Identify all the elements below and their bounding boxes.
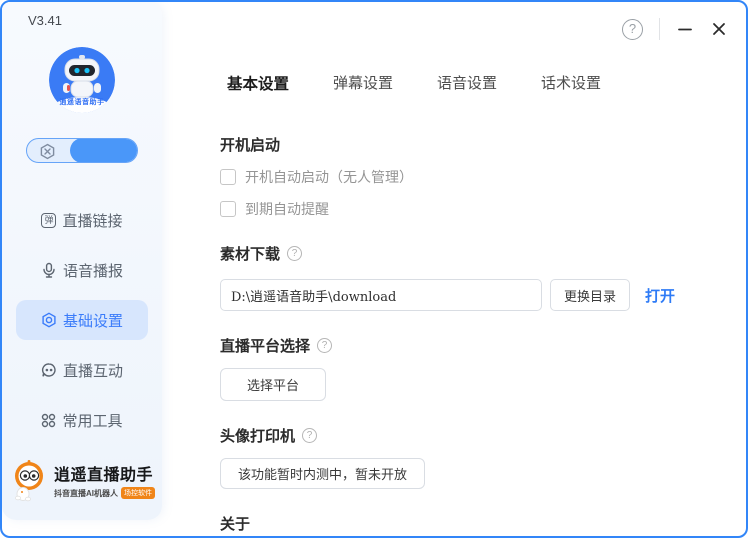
brand-mascot-icon (9, 458, 49, 502)
microphone-icon (41, 262, 57, 278)
startup-option-row: 到期自动提醒 (220, 199, 720, 219)
download-title-text: 素材下载 (220, 243, 280, 264)
download-path-row: 更换目录 打开 (220, 279, 720, 311)
sidebar-item-voice-broadcast[interactable]: 语音播报 (16, 250, 148, 290)
tab-basic-settings[interactable]: 基本设置 (227, 72, 289, 94)
section-title-download: 素材下载 ? (220, 243, 720, 264)
sidebar-item-common-tools[interactable]: 常用工具 (16, 400, 148, 440)
download-path-input[interactable] (220, 279, 542, 311)
section-title-about: 关于 (220, 513, 720, 534)
sidebar-item-label: 常用工具 (62, 410, 122, 431)
app-window: V3.41 逍遥语音助手 (0, 0, 748, 538)
checkbox-label: 到期自动提醒 (245, 199, 329, 219)
chat-bubble-icon (41, 362, 57, 378)
sidebar-item-live-interaction[interactable]: 直播互动 (16, 350, 148, 390)
brand-title: 逍遥直播助手 (54, 461, 155, 485)
sidebar-item-label: 语音播报 (63, 260, 123, 281)
printer-title-text: 头像打印机 (220, 425, 295, 446)
checkbox-label: 开机自动启动（无人管理） (245, 167, 413, 187)
about-title-text: 关于 (220, 513, 250, 534)
settings-icon (41, 312, 57, 328)
tab-danmu-settings[interactable]: 弹幕设置 (333, 72, 393, 94)
avatar-caption: 逍遥语音助手 (49, 97, 115, 107)
assistant-toggle[interactable] (26, 138, 138, 163)
startup-title-text: 开机启动 (220, 134, 280, 155)
brand-badge: 场控软件 (121, 487, 155, 499)
sidebar-item-live-links[interactable]: 弹 直播链接 (16, 200, 148, 240)
checkbox-expiry-reminder[interactable] (220, 201, 236, 217)
platform-title-text: 直播平台选择 (220, 335, 310, 356)
grid-apps-icon (41, 413, 56, 428)
sidebar-menu: 弹 直播链接 语音播报 (16, 200, 148, 450)
sidebar-item-label: 基础设置 (63, 310, 123, 331)
download-help-icon[interactable]: ? (287, 246, 302, 261)
sidebar-item-label: 直播互动 (63, 360, 123, 381)
tab-voice-settings[interactable]: 语音设置 (437, 72, 497, 94)
sidebar-item-basic-settings[interactable]: 基础设置 (16, 300, 148, 340)
section-title-printer: 头像打印机 ? (220, 425, 720, 446)
toggle-fill (70, 138, 138, 163)
danmu-bubble-icon: 弹 (41, 213, 56, 228)
settings-content: 开机启动 开机自动启动（无人管理） 到期自动提醒 素材下载 ? 更换目录 打开 (220, 134, 720, 538)
section-title-startup: 开机启动 (220, 134, 720, 155)
change-directory-button[interactable]: 更换目录 (550, 279, 630, 311)
version-label: V3.41 (28, 13, 62, 28)
printer-beta-button[interactable]: 该功能暂时内测中，暂未开放 (220, 458, 425, 489)
startup-option-row: 开机自动启动（无人管理） (220, 167, 720, 187)
platform-help-icon[interactable]: ? (317, 338, 332, 353)
brand-logo: 逍遥直播助手 抖音直播AI机器人 场控软件 (2, 458, 162, 502)
section-title-platform: 直播平台选择 ? (220, 335, 720, 356)
settings-tabs: 基本设置 弹幕设置 语音设置 话术设置 (227, 72, 601, 94)
printer-help-icon[interactable]: ? (302, 428, 317, 443)
open-directory-link[interactable]: 打开 (645, 285, 675, 306)
brand-subtitle: 抖音直播AI机器人 (54, 488, 118, 499)
avatar: 逍遥语音助手 (49, 47, 115, 113)
sidebar-item-label: 直播链接 (62, 210, 122, 231)
sidebar: V3.41 逍遥语音助手 (2, 2, 162, 520)
main-panel: 基本设置 弹幕设置 语音设置 话术设置 开机启动 开机自动启动（无人管理） 到期… (162, 2, 748, 536)
tab-script-settings[interactable]: 话术设置 (541, 72, 601, 94)
checkbox-auto-start[interactable] (220, 169, 236, 185)
hexagon-stop-icon (39, 143, 56, 160)
select-platform-button[interactable]: 选择平台 (220, 368, 326, 401)
